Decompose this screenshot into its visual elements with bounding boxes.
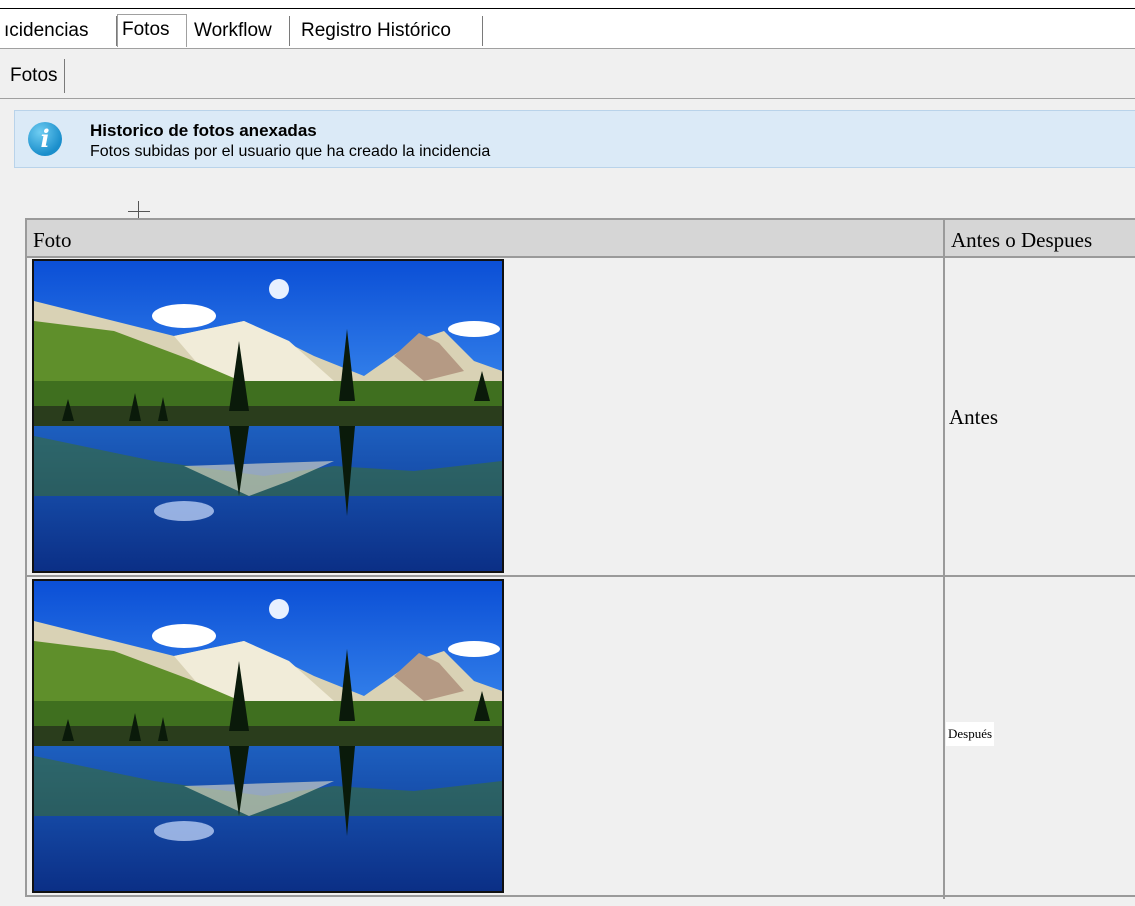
tab-workflow[interactable]: Workflow xyxy=(190,16,290,46)
table-row[interactable]: Antes xyxy=(27,258,1135,577)
when-cell: Después xyxy=(946,722,995,746)
photos-grid: Foto Antes o Despues Antes Después xyxy=(25,218,1135,899)
info-title: Historico de fotos anexadas xyxy=(90,121,317,140)
when-cell: Antes xyxy=(949,405,998,429)
info-subtitle: Fotos subidas por el usuario que ha crea… xyxy=(90,143,491,160)
subtab-fotos[interactable]: Fotos xyxy=(8,59,65,93)
main-tab-bar: ıcidencias Fotos Workflow Registro Histó… xyxy=(0,14,1135,49)
grid-header: Foto Antes o Despues xyxy=(27,220,1135,258)
mountain-lake-photo[interactable] xyxy=(32,579,504,893)
tab-registro-historico[interactable]: Registro Histórico xyxy=(297,16,483,46)
info-icon: i xyxy=(28,122,62,156)
column-header-antes-o-despues[interactable]: Antes o Despues xyxy=(951,228,1092,253)
window-top-border xyxy=(0,8,1135,9)
info-banner: i Historico de fotos anexadas Fotos subi… xyxy=(14,110,1135,168)
mountain-lake-photo[interactable] xyxy=(32,259,504,573)
table-row[interactable]: Después xyxy=(27,577,1135,897)
tab-fotos[interactable]: Fotos xyxy=(117,14,187,47)
sub-tab-bar: Fotos xyxy=(0,49,1135,99)
column-header-foto[interactable]: Foto xyxy=(33,228,72,253)
tab-incidencias[interactable]: ıcidencias xyxy=(0,16,117,46)
